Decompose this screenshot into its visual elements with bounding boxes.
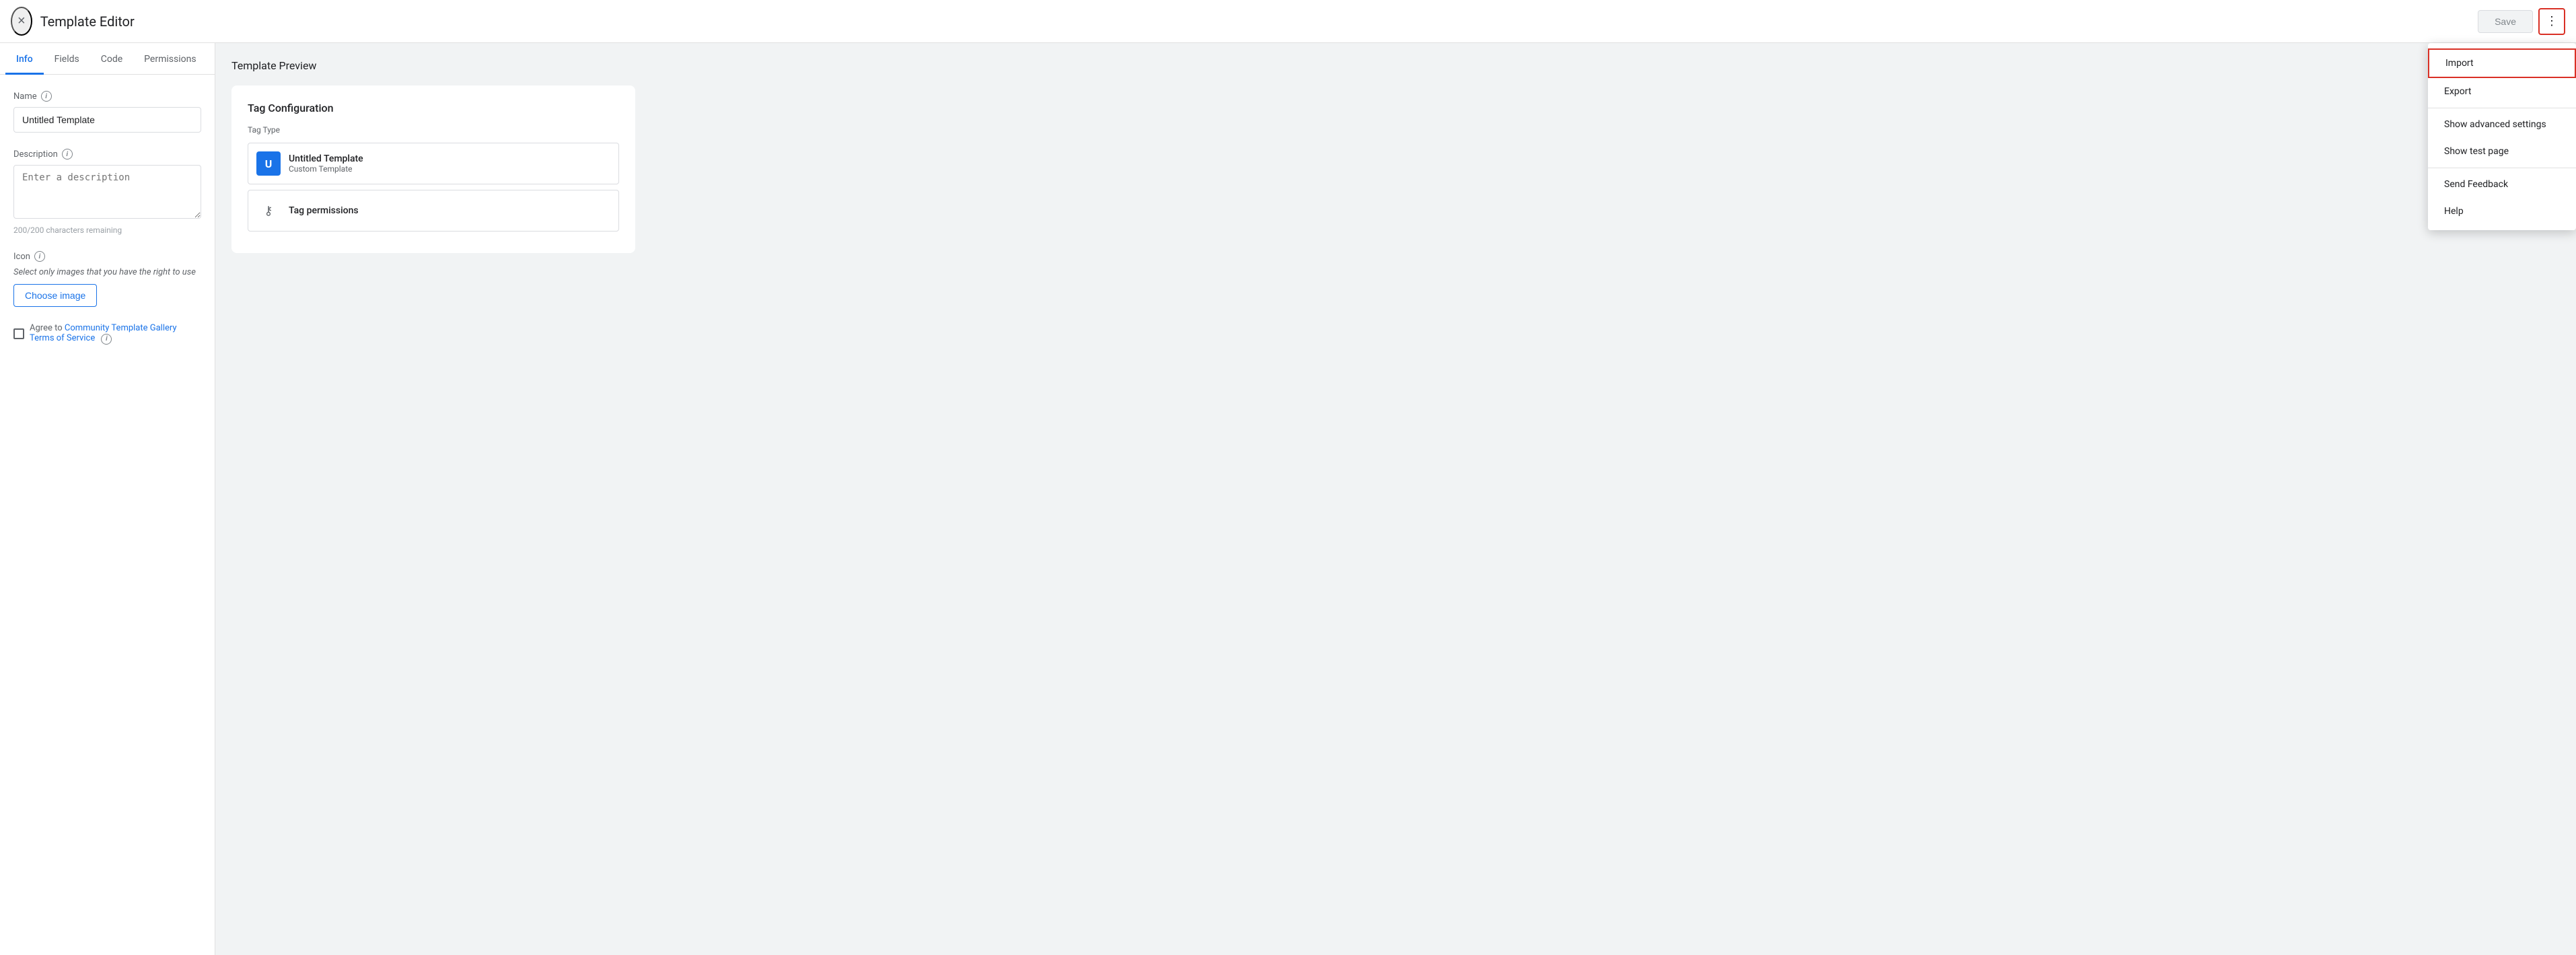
tabs-bar: Info Fields Code Permissions Tests — [0, 43, 215, 75]
tag-type-label: Tag Type — [248, 125, 619, 135]
agree-text: Agree to Community Template Gallery Term… — [30, 323, 201, 345]
tab-permissions[interactable]: Permissions — [133, 43, 207, 75]
tab-fields[interactable]: Fields — [44, 43, 90, 75]
dropdown-item-export[interactable]: Export — [2428, 78, 2576, 105]
page-title: Template Editor — [40, 13, 2478, 30]
dropdown-item-import[interactable]: Import — [2428, 48, 2576, 78]
icon-label: Icon i — [13, 251, 201, 262]
tag-icon: U — [256, 151, 281, 176]
dropdown-item-help[interactable]: Help — [2428, 198, 2576, 225]
name-help-icon[interactable]: i — [41, 91, 52, 102]
form-content: Name i Description i 200/200 characters … — [0, 75, 215, 361]
right-panel: Template Preview Tag Configuration Tag T… — [215, 43, 2576, 955]
name-input[interactable] — [13, 107, 201, 133]
tab-info[interactable]: Info — [5, 43, 44, 75]
icon-subtitle: Select only images that you have the rig… — [13, 267, 201, 277]
name-label: Name i — [13, 91, 201, 102]
tag-info-title: Untitled Template — [289, 153, 363, 164]
left-panel: Info Fields Code Permissions Tests Name … — [0, 43, 215, 955]
description-label: Description i — [13, 149, 201, 160]
char-count: 200/200 characters remaining — [13, 225, 201, 235]
key-icon: ⚷ — [256, 199, 281, 223]
save-button[interactable]: Save — [2478, 10, 2533, 33]
tag-type-item[interactable]: U Untitled Template Custom Template — [248, 143, 619, 184]
tag-permissions-label: Tag permissions — [289, 205, 359, 216]
dropdown-item-advanced[interactable]: Show advanced settings — [2428, 111, 2576, 138]
tab-code[interactable]: Code — [90, 43, 133, 75]
tag-config-card: Tag Configuration Tag Type U Untitled Te… — [231, 85, 635, 253]
choose-image-button[interactable]: Choose image — [13, 284, 97, 307]
tag-info: Untitled Template Custom Template — [289, 153, 363, 174]
description-group: Description i 200/200 characters remaini… — [13, 149, 201, 235]
header: × Template Editor Save ⋮ — [0, 0, 2576, 43]
tag-config-title: Tag Configuration — [248, 102, 619, 114]
description-help-icon[interactable]: i — [62, 149, 73, 160]
tag-info-subtitle: Custom Template — [289, 164, 363, 174]
close-button[interactable]: × — [11, 7, 32, 36]
icon-help-icon[interactable]: i — [34, 251, 45, 262]
more-options-button[interactable]: ⋮ — [2538, 8, 2565, 35]
agree-row: Agree to Community Template Gallery Term… — [13, 323, 201, 345]
preview-title: Template Preview — [231, 59, 2560, 72]
description-input[interactable] — [13, 165, 201, 219]
name-group: Name i — [13, 91, 201, 133]
close-icon: × — [17, 13, 26, 29]
tab-tests[interactable]: Tests — [207, 43, 215, 75]
dropdown-item-test-page[interactable]: Show test page — [2428, 138, 2576, 165]
dropdown-item-feedback[interactable]: Send Feedback — [2428, 171, 2576, 198]
agree-checkbox[interactable] — [13, 328, 24, 339]
header-actions: Save ⋮ — [2478, 8, 2565, 35]
terms-help-icon[interactable]: i — [101, 334, 112, 345]
dropdown-menu: Import Export Show advanced settings Sho… — [2428, 43, 2576, 230]
main-layout: Info Fields Code Permissions Tests Name … — [0, 43, 2576, 955]
icon-group: Icon i Select only images that you have … — [13, 251, 201, 307]
tag-permissions-item[interactable]: ⚷ Tag permissions — [248, 190, 619, 232]
more-icon: ⋮ — [2546, 14, 2558, 28]
